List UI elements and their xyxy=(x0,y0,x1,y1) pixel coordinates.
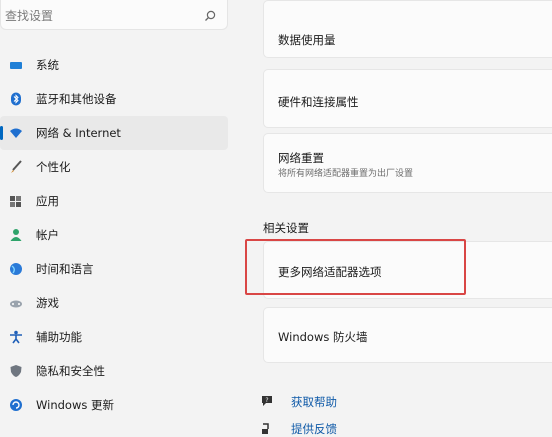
card-title: 更多网络适配器选项 xyxy=(278,265,382,279)
settings-window: 查找设置 系统 蓝牙和其他设备 网络 & Internet 个性化 应用 帐户 … xyxy=(0,0,552,437)
monitor-icon xyxy=(9,58,23,72)
sidebar-item-label: 系统 xyxy=(36,58,59,72)
svg-text:?: ? xyxy=(265,397,268,404)
get-help-link[interactable]: ? 获取帮助 xyxy=(260,392,337,410)
sidebar-item-network[interactable]: 网络 & Internet xyxy=(0,116,228,150)
sidebar-item-label: 个性化 xyxy=(36,160,71,174)
brush-icon xyxy=(9,160,23,174)
data-usage-card[interactable]: 数据使用量 xyxy=(263,0,552,58)
sidebar-item-label: 蓝牙和其他设备 xyxy=(36,92,117,106)
gamepad-icon xyxy=(9,296,23,310)
sidebar-item-label: 应用 xyxy=(36,194,59,208)
card-title: 数据使用量 xyxy=(278,33,336,47)
sidebar-item-accessibility[interactable]: 辅助功能 xyxy=(0,320,228,354)
sidebar-item-time-language[interactable]: 时间和语言 xyxy=(0,252,228,286)
sidebar-item-bluetooth[interactable]: 蓝牙和其他设备 xyxy=(0,82,228,116)
help-icon: ? xyxy=(260,393,276,409)
sidebar-item-privacy[interactable]: 隐私和安全性 xyxy=(0,354,228,388)
sidebar: 查找设置 系统 蓝牙和其他设备 网络 & Internet 个性化 应用 帐户 … xyxy=(0,0,236,437)
sidebar-nav: 系统 蓝牙和其他设备 网络 & Internet 个性化 应用 帐户 时间和语言… xyxy=(0,48,236,422)
shield-icon xyxy=(9,364,23,378)
windows-firewall-card[interactable]: Windows 防火墙 xyxy=(263,307,552,363)
feedback-icon xyxy=(260,420,276,436)
link-label[interactable]: 获取帮助 xyxy=(291,394,337,410)
sidebar-item-label: 网络 & Internet xyxy=(36,126,121,140)
hardware-properties-card[interactable]: 硬件和连接属性 xyxy=(263,69,552,128)
accessibility-icon xyxy=(9,330,23,344)
search-icon[interactable] xyxy=(203,8,217,22)
content-panel: 数据使用量 硬件和连接属性 网络重置 将所有网络适配器重置为出厂设置 相关设置 … xyxy=(263,0,552,437)
sidebar-item-label: 游戏 xyxy=(36,296,59,310)
sidebar-item-windows-update[interactable]: Windows 更新 xyxy=(0,388,228,422)
sidebar-item-label: Windows 更新 xyxy=(36,398,114,412)
apps-icon xyxy=(9,194,23,208)
sidebar-item-personalization[interactable]: 个性化 xyxy=(0,150,228,184)
card-subtitle: 将所有网络适配器重置为出厂设置 xyxy=(278,169,414,179)
more-adapter-options-card[interactable]: 更多网络适配器选项 xyxy=(263,241,552,299)
related-settings-heading: 相关设置 xyxy=(263,221,309,235)
sidebar-item-label: 隐私和安全性 xyxy=(36,364,105,378)
sidebar-item-accounts[interactable]: 帐户 xyxy=(0,218,228,252)
wifi-icon xyxy=(9,126,23,140)
card-title: 硬件和连接属性 xyxy=(278,95,359,109)
sidebar-item-label: 帐户 xyxy=(36,228,59,242)
bluetooth-icon xyxy=(9,92,23,106)
card-title: Windows 防火墙 xyxy=(278,330,368,344)
search-input[interactable]: 查找设置 xyxy=(5,7,53,24)
sidebar-item-system[interactable]: 系统 xyxy=(0,48,228,82)
globe-clock-icon xyxy=(9,262,23,276)
sidebar-item-apps[interactable]: 应用 xyxy=(0,184,228,218)
selection-indicator xyxy=(0,126,3,140)
feedback-link[interactable]: 提供反馈 xyxy=(260,419,337,437)
sidebar-item-label: 时间和语言 xyxy=(36,262,94,276)
person-icon xyxy=(9,228,23,242)
sidebar-item-gaming[interactable]: 游戏 xyxy=(0,286,228,320)
sidebar-item-label: 辅助功能 xyxy=(36,330,82,344)
card-title: 网络重置 xyxy=(278,151,324,165)
link-label[interactable]: 提供反馈 xyxy=(291,421,337,437)
search-box[interactable]: 查找设置 xyxy=(0,0,228,30)
network-reset-card[interactable]: 网络重置 将所有网络适配器重置为出厂设置 xyxy=(263,133,552,193)
update-icon xyxy=(9,398,23,412)
